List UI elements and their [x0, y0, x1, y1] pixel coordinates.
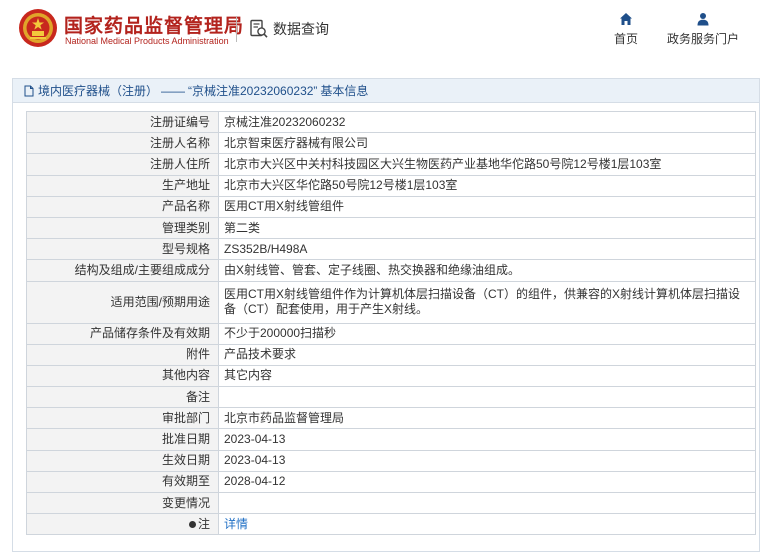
- table-row: 审批部门 北京市药品监督管理局: [26, 407, 756, 430]
- note-label: 注: [197, 516, 210, 531]
- field-label: 结构及组成/主要组成成分: [26, 259, 219, 282]
- field-value: 2023-04-13: [218, 449, 756, 472]
- table-row: 管理类别 第二类: [26, 216, 756, 240]
- org-name-en: National Medical Products Administration: [65, 36, 229, 46]
- breadcrumb-separator: ——: [161, 83, 186, 98]
- table-row: 注册人名称 北京智束医疗器械有限公司: [26, 132, 756, 155]
- field-value: 其它内容: [218, 364, 756, 388]
- table-row: 适用范围/预期用途 医用CT用X射线管组件作为计算机体层扫描设备（CT）的组件，供…: [26, 280, 756, 324]
- field-value: 北京市大兴区华佗路50号院12号楼1层103室: [218, 174, 756, 197]
- nav-service-portal[interactable]: 政务服务门户: [662, 12, 744, 47]
- field-label: 产品储存条件及有效期: [26, 322, 219, 345]
- user-icon: [697, 13, 709, 26]
- field-value: [218, 491, 756, 515]
- field-label: 批准日期: [26, 428, 219, 451]
- table-row: 型号规格 ZS352B/H498A: [26, 238, 756, 261]
- note-bullet-icon: [188, 521, 196, 529]
- table-row: 注册证编号 京械注准20232060232: [26, 110, 756, 134]
- nav-home[interactable]: 首页: [608, 12, 644, 47]
- field-value: 医用CT用X射线管组件: [218, 195, 756, 218]
- field-value: 北京市药品监督管理局: [218, 407, 756, 430]
- field-value: 第二类: [218, 216, 756, 240]
- field-label: 适用范围/预期用途: [26, 280, 219, 324]
- table-row: 其他内容 其它内容: [26, 364, 756, 388]
- detail-panel: 境内医疗器械（注册） —— “京械注准20232060232” 基本信息 注册证…: [12, 78, 760, 552]
- field-label: 审批部门: [26, 407, 219, 430]
- field-value: 北京市大兴区中关村科技园区大兴生物医药产业基地华佗路50号院12号楼1层103室: [218, 153, 756, 176]
- table-row: 注 详情: [26, 513, 756, 536]
- details-link[interactable]: 详情: [224, 517, 248, 531]
- field-label: 注册人名称: [26, 132, 219, 155]
- data-query-title: 数据查询: [249, 18, 329, 40]
- field-value: 医用CT用X射线管组件作为计算机体层扫描设备（CT）的组件，供兼容的X射线计算机…: [218, 280, 756, 324]
- org-name-cn: 国家药品监督管理局: [64, 16, 245, 37]
- breadcrumb-category[interactable]: 境内医疗器械（注册）: [38, 82, 158, 99]
- field-label: 注册证编号: [26, 110, 219, 134]
- nav-home-label[interactable]: 首页: [614, 30, 638, 47]
- breadcrumb: 境内医疗器械（注册） —— “京械注准20232060232” 基本信息: [13, 79, 759, 103]
- document-icon: [24, 85, 34, 96]
- table-row: 结构及组成/主要组成成分 由X射线管、管套、定子线圈、热交换器和绝缘油组成。: [26, 259, 756, 282]
- breadcrumb-record: “京械注准20232060232”: [188, 84, 318, 98]
- registration-info-table: 注册证编号 京械注准20232060232 注册人名称 北京智束医疗器械有限公司 注…: [26, 110, 756, 536]
- field-value: 京械注准20232060232: [218, 110, 756, 134]
- field-label: 产品名称: [26, 195, 219, 218]
- nav-service-label[interactable]: 政务服务门户: [667, 30, 739, 47]
- field-label: 附件: [26, 343, 219, 366]
- field-label: 生产地址: [26, 174, 219, 197]
- field-value: 北京智束医疗器械有限公司: [218, 132, 756, 155]
- field-label: 注册人住所: [26, 153, 219, 176]
- field-value: 2023-04-13: [218, 428, 756, 451]
- table-row: 注册人住所 北京市大兴区中关村科技园区大兴生物医药产业基地华佗路50号院12号楼1…: [26, 153, 756, 176]
- table-row: 附件 产品技术要求: [26, 343, 756, 366]
- field-label: 型号规格: [26, 238, 219, 261]
- field-value: [218, 386, 756, 409]
- data-search-icon: [250, 19, 268, 38]
- table-row: 生效日期 2023-04-13: [26, 449, 756, 472]
- header-divider: [236, 16, 237, 42]
- site-header: 国家药品监督管理局 National Medical Products Admi…: [0, 0, 760, 60]
- field-label: 变更情况: [26, 491, 219, 515]
- field-value: 2028-04-12: [218, 470, 756, 494]
- home-icon: [620, 13, 632, 25]
- field-label: 备注: [26, 386, 219, 409]
- emblem-logo: [19, 9, 57, 47]
- table-row: 备注: [26, 386, 756, 409]
- note-value-cell: 详情: [218, 513, 756, 536]
- breadcrumb-suffix: 基本信息: [320, 84, 369, 98]
- table-row: 批准日期 2023-04-13: [26, 428, 756, 451]
- table-row: 有效期至 2028-04-12: [26, 470, 756, 494]
- field-value: 不少于200000扫描秒: [218, 322, 756, 345]
- field-value: 产品技术要求: [218, 343, 756, 366]
- note-label-cell: 注: [26, 513, 219, 536]
- table-row: 生产地址 北京市大兴区华佗路50号院12号楼1层103室: [26, 174, 756, 197]
- field-label: 有效期至: [26, 470, 219, 494]
- table-row: 产品名称 医用CT用X射线管组件: [26, 195, 756, 218]
- field-value: ZS352B/H498A: [218, 238, 756, 261]
- table-row: 产品储存条件及有效期 不少于200000扫描秒: [26, 322, 756, 345]
- field-label: 管理类别: [26, 216, 219, 240]
- field-value: 由X射线管、管套、定子线圈、热交换器和绝缘油组成。: [218, 259, 756, 282]
- field-label: 其他内容: [26, 364, 219, 388]
- data-query-label: 数据查询: [273, 21, 329, 37]
- table-row: 变更情况: [26, 491, 756, 515]
- field-label: 生效日期: [26, 449, 219, 472]
